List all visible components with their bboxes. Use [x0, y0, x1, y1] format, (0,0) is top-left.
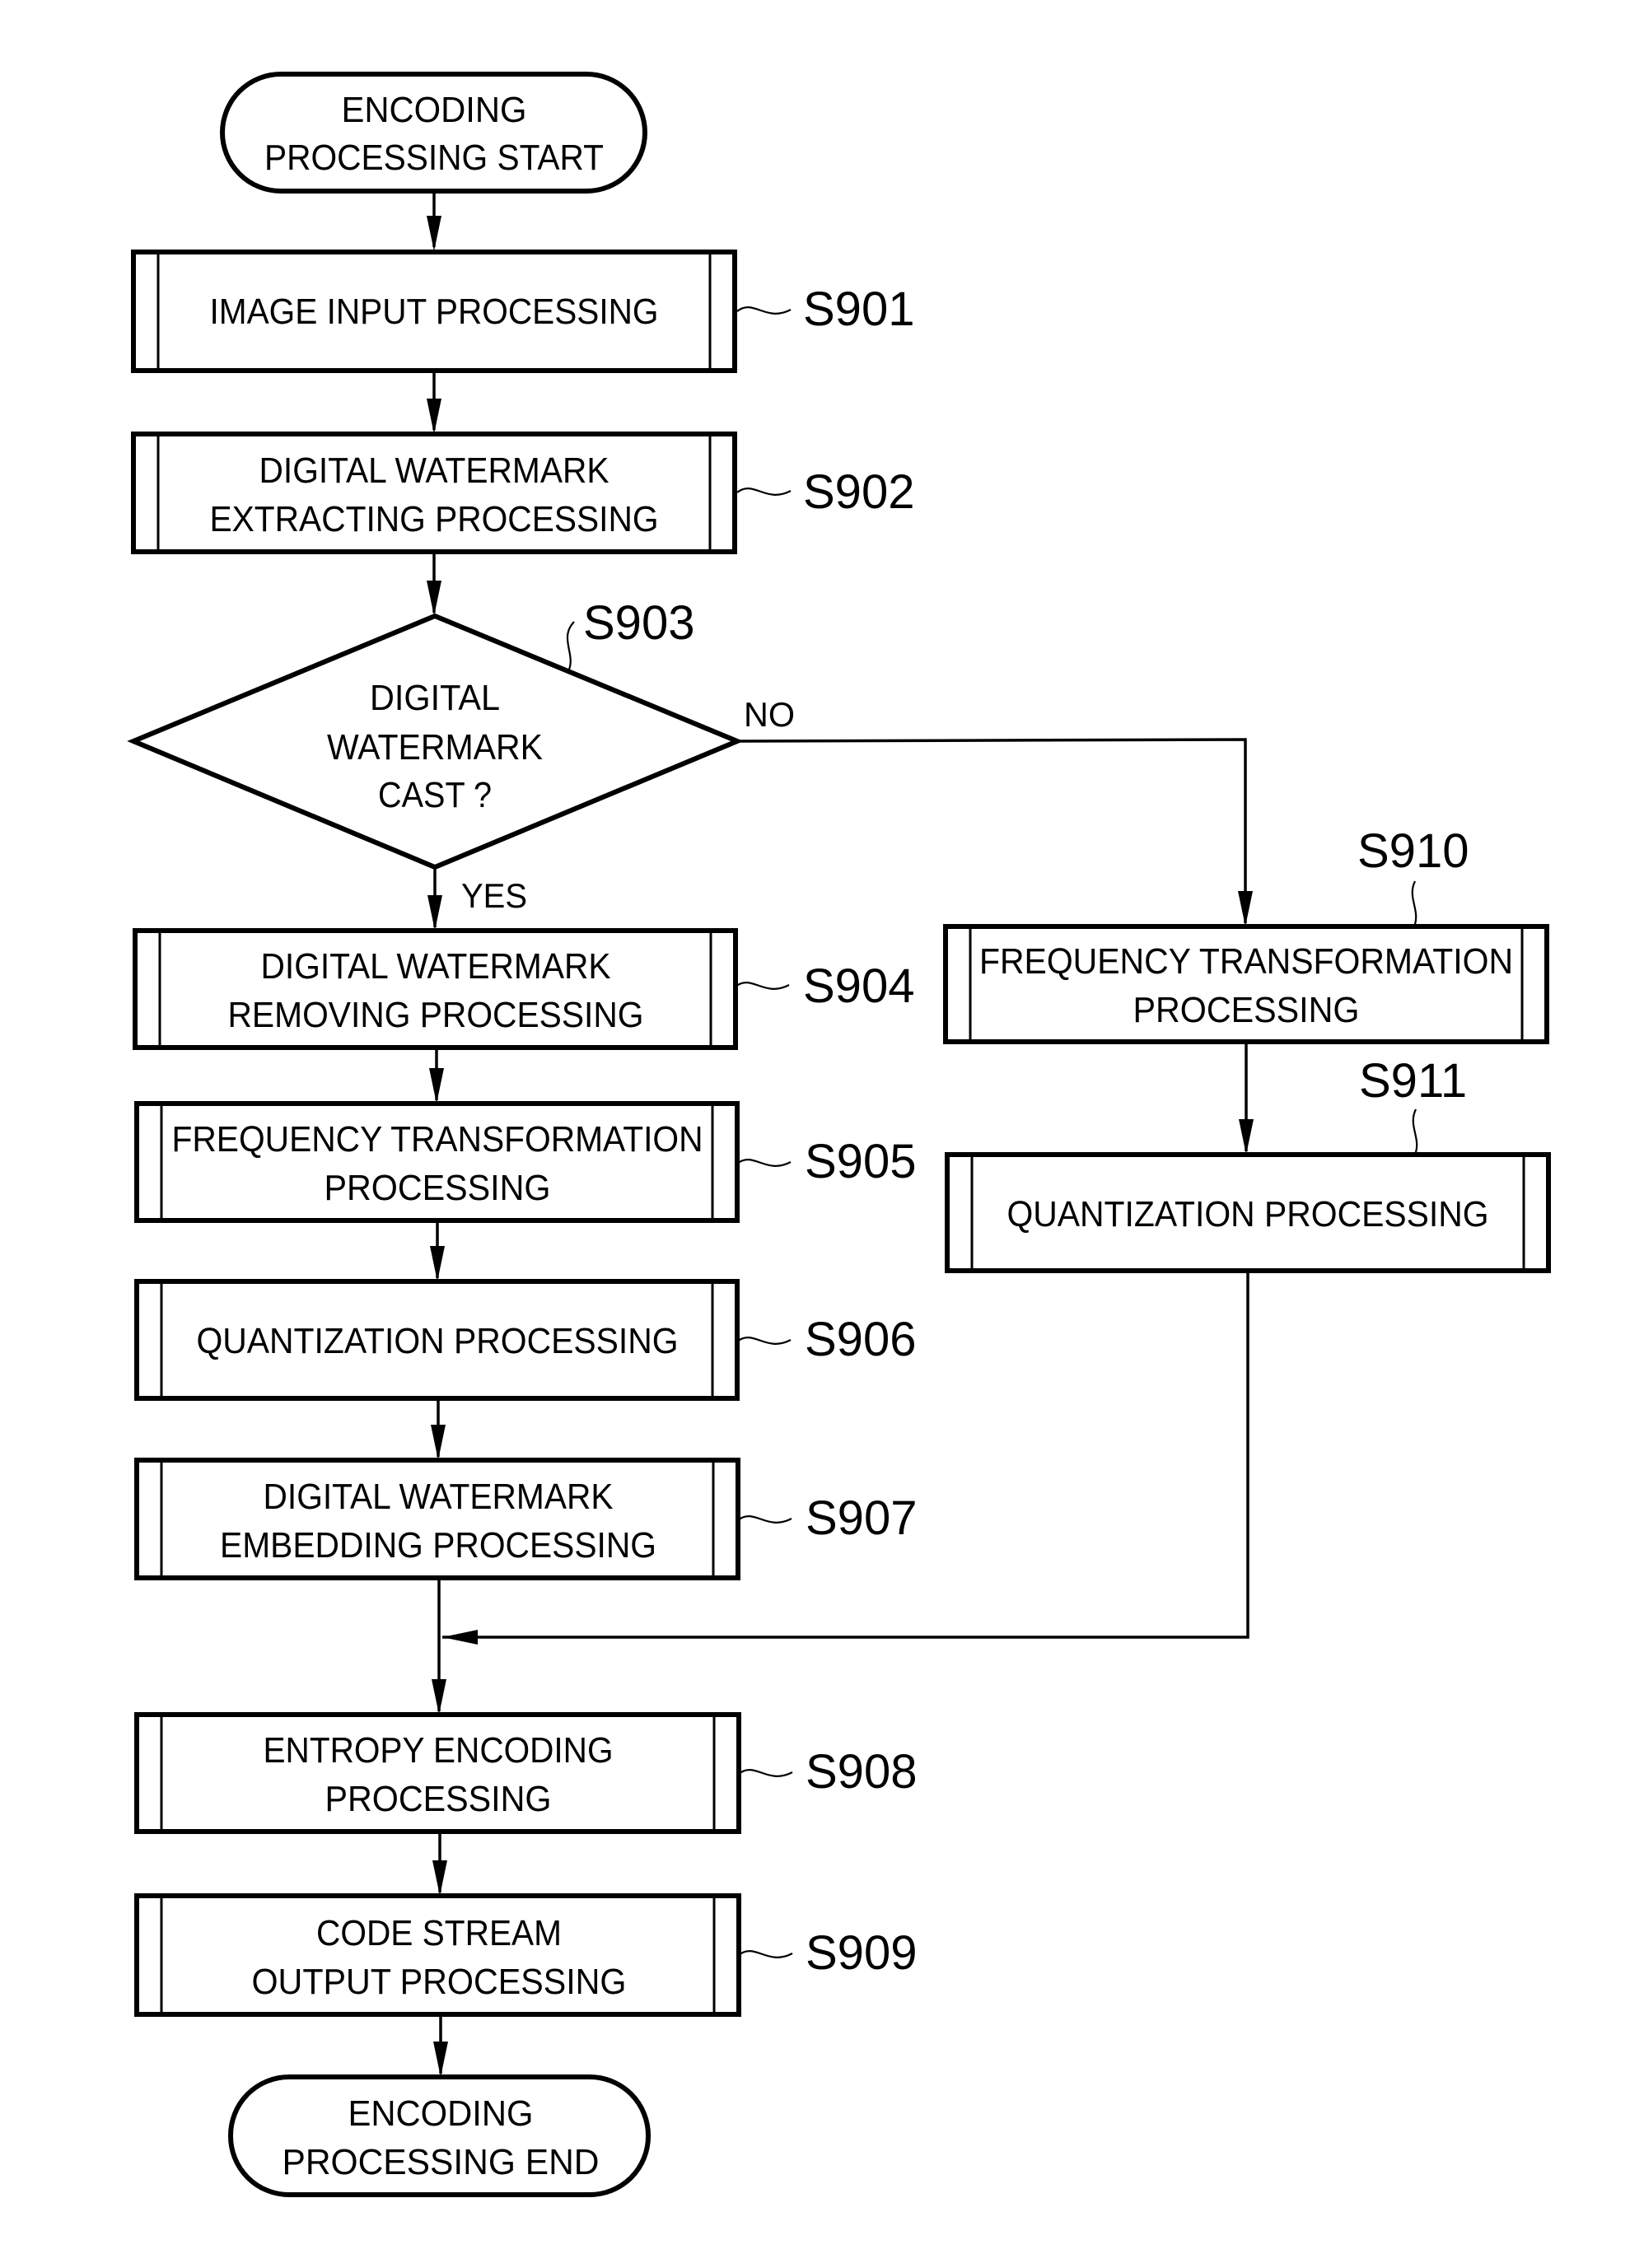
label-s907: S907: [806, 1491, 917, 1545]
step-s907: DIGITAL WATERMARK EMBEDDING PROCESSING: [134, 1458, 740, 1580]
end-terminal-line-2: PROCESSING END: [283, 2142, 600, 2182]
arrowhead: [429, 1068, 444, 1104]
leader-s901: [736, 306, 792, 315]
step-s907-line-1: DIGITAL WATERMARK: [264, 1477, 614, 1517]
arrowhead: [442, 1630, 478, 1645]
leader-s909: [738, 1950, 793, 1958]
arrow-s903-no-to-s910: [736, 738, 1247, 923]
decision-s903: DIGITAL WATERMARK CAST ?: [127, 613, 744, 870]
label-s905: S905: [805, 1135, 916, 1188]
leader-s903: [566, 621, 575, 672]
arrowhead: [432, 1860, 447, 1896]
step-s901: IMAGE INPUT PROCESSING: [131, 250, 737, 373]
end-terminal-line-1: ENCODING: [348, 2093, 534, 2134]
step-s904-line-2: REMOVING PROCESSING: [228, 995, 644, 1035]
step-s904: DIGITAL WATERMARK REMOVING PROCESSING: [133, 928, 738, 1050]
start-terminal-line-1: ENCODING: [342, 90, 527, 130]
arrowhead: [1239, 1119, 1254, 1155]
arrowhead: [427, 399, 441, 434]
step-s906: QUANTIZATION PROCESSING: [134, 1279, 740, 1401]
step-s907-line-2: EMBEDDING PROCESSING: [220, 1525, 656, 1566]
label-s909: S909: [806, 1926, 917, 1980]
step-s902-line-1: DIGITAL WATERMARK: [259, 450, 609, 491]
step-s908-line-1: ENTROPY ENCODING: [264, 1730, 614, 1771]
step-s902: DIGITAL WATERMARK EXTRACTING PROCESSING: [131, 432, 737, 554]
arrowhead: [432, 1679, 446, 1715]
arrowhead: [430, 1246, 445, 1281]
step-s908-line-2: PROCESSING: [325, 1779, 552, 1819]
arrowhead: [427, 581, 441, 616]
start-terminal-line-2: PROCESSING START: [264, 138, 604, 178]
arrowhead: [431, 1425, 446, 1460]
step-s910-line-2: PROCESSING: [1133, 990, 1360, 1030]
arrowhead: [433, 2042, 448, 2077]
step-s905-line-1: FREQUENCY TRANSFORMATION: [172, 1119, 703, 1160]
step-s901-line-1: IMAGE INPUT PROCESSING: [210, 292, 659, 332]
step-s909-line-1: CODE STREAM: [316, 1913, 562, 1953]
leader-s908: [738, 1769, 793, 1777]
end-terminal: ENCODING PROCESSING END: [228, 2074, 651, 2197]
step-s902-line-2: EXTRACTING PROCESSING: [210, 499, 659, 539]
leader-s904: [735, 982, 790, 990]
arrowhead: [1238, 891, 1253, 926]
leader-s910: [1411, 880, 1417, 927]
step-s911-line-1: QUANTIZATION PROCESSING: [1007, 1194, 1489, 1234]
label-s903: S903: [583, 596, 694, 650]
label-s910: S910: [1357, 824, 1469, 878]
step-s909: CODE STREAM OUTPUT PROCESSING: [134, 1893, 741, 2017]
leader-s905: [736, 1159, 792, 1167]
leader-s911: [1412, 1108, 1418, 1155]
label-s901: S901: [803, 282, 914, 336]
leader-s906: [736, 1337, 792, 1345]
no-label: NO: [744, 695, 795, 734]
arrowhead: [427, 895, 442, 931]
leader-s902: [736, 488, 792, 496]
step-s906-line-1: QUANTIZATION PROCESSING: [197, 1321, 679, 1361]
label-s902: S902: [803, 465, 914, 519]
step-s908: ENTROPY ENCODING PROCESSING: [134, 1712, 741, 1834]
leader-s907: [737, 1515, 792, 1524]
step-s905-line-2: PROCESSING: [325, 1168, 551, 1208]
step-s905: FREQUENCY TRANSFORMATION PROCESSING: [134, 1101, 740, 1223]
label-s908: S908: [806, 1745, 917, 1799]
label-s911: S911: [1359, 1054, 1467, 1108]
flowchart: ENCODING PROCESSING START IMAGE INPUT PR…: [127, 72, 1551, 2197]
arrowhead: [427, 216, 441, 251]
step-s909-line-2: OUTPUT PROCESSING: [252, 1962, 627, 2002]
decision-line-1: DIGITAL: [370, 678, 500, 718]
start-terminal: ENCODING PROCESSING START: [220, 72, 647, 194]
step-s911: QUANTIZATION PROCESSING: [945, 1152, 1551, 1273]
step-s904-line-1: DIGITAL WATERMARK: [261, 946, 611, 987]
yes-label: YES: [461, 876, 527, 915]
decision-line-3: CAST ?: [378, 775, 492, 815]
step-s910-line-1: FREQUENCY TRANSFORMATION: [979, 941, 1513, 982]
label-s904: S904: [803, 959, 914, 1013]
step-s910: FREQUENCY TRANSFORMATION PROCESSING: [943, 924, 1549, 1044]
decision-line-2: WATERMARK: [327, 727, 543, 768]
label-s906: S906: [805, 1313, 916, 1366]
